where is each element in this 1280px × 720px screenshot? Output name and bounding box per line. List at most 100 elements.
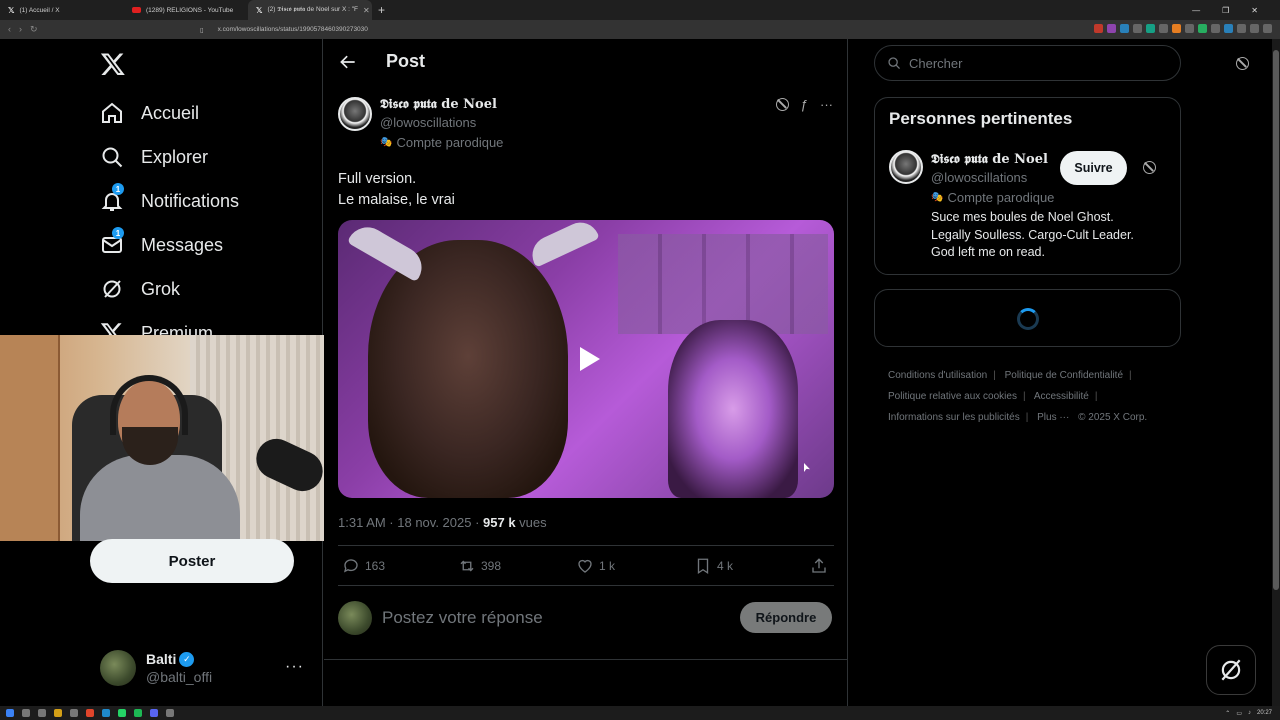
url-field[interactable]: x.com/lowoscillations/status/19905784603… — [204, 26, 368, 33]
extension-icon[interactable] — [1224, 24, 1233, 33]
back-arrow-icon[interactable] — [338, 52, 358, 72]
footer-link-privacy[interactable]: Politique de Confidentialité — [1005, 370, 1123, 381]
account-text: Balti ✓ @balti_offi — [146, 651, 212, 685]
author-name[interactable]: 𝕯𝖎𝖘𝖈𝖔 𝖕𝖚𝖙𝖆 de Noel — [380, 97, 503, 112]
more-icon[interactable]: ··· — [820, 97, 833, 112]
video-background-posters — [618, 234, 828, 334]
forward-icon[interactable]: › — [19, 24, 22, 35]
app-icon[interactable] — [102, 709, 110, 717]
new-tab-icon[interactable]: + — [372, 3, 391, 17]
block-icon[interactable] — [775, 98, 789, 111]
app-icon[interactable] — [70, 709, 78, 717]
post-video[interactable] — [338, 220, 834, 498]
reply-button[interactable]: 163 — [342, 557, 385, 575]
clock[interactable]: 20:27 — [1257, 710, 1272, 716]
block-icon[interactable] — [1236, 57, 1249, 70]
minimize-icon[interactable]: — — [1192, 6, 1200, 15]
browser-tab-post[interactable]: 𝕏 (2) 𝕯𝖎𝖘𝖈𝖔 𝖕𝖚𝖙𝖆 de Noel sur X : "F ✕ — [248, 0, 372, 20]
follow-button[interactable]: Suivre — [1060, 151, 1127, 185]
extension-icon[interactable] — [1159, 24, 1168, 33]
extension-icon[interactable] — [1211, 24, 1220, 33]
section-title: Personnes pertinentes — [889, 109, 1073, 128]
extension-icon[interactable] — [1198, 24, 1207, 33]
footer-link-terms[interactable]: Conditions d'utilisation — [888, 370, 987, 381]
nav-grok[interactable]: Grok — [100, 277, 180, 301]
extension-icon[interactable] — [1250, 24, 1259, 33]
extension-icon[interactable] — [1146, 24, 1155, 33]
bio-line: Suce mes boules de Noel Ghost. — [931, 210, 1114, 224]
like-button[interactable]: 1 k — [576, 557, 615, 575]
reload-icon[interactable]: ↻ — [30, 24, 38, 35]
volume-icon[interactable]: ♪ — [1248, 710, 1251, 716]
avatar[interactable] — [889, 150, 923, 184]
browser-tab-youtube[interactable]: (1289) RELIGIONS - YouTube — [124, 0, 248, 20]
repost-button[interactable]: 398 — [458, 557, 501, 575]
account-switcher[interactable]: Balti ✓ @balti_offi ··· — [100, 648, 310, 688]
window-controls: — ❐ ✕ — [1192, 6, 1280, 15]
page-title: Post — [386, 51, 426, 71]
bookmark-button[interactable]: 4 k — [694, 557, 733, 575]
brave-icon[interactable] — [86, 709, 94, 717]
tray-icon[interactable]: ⌃ — [1225, 710, 1230, 717]
search-input[interactable]: Chercher — [874, 45, 1181, 81]
extension-icon[interactable] — [1107, 24, 1116, 33]
nav-notifications[interactable]: 1 Notifications — [100, 183, 239, 213]
post-button[interactable]: Poster — [90, 539, 294, 583]
relevant-people-card: Personnes pertinentes 𝕯𝖎𝖘𝖈𝖔 𝖕𝖚𝖙𝖆 de Noel… — [874, 97, 1181, 275]
close-tab-icon[interactable]: ✕ — [363, 6, 370, 15]
reply-submit-button[interactable]: Répondre — [740, 602, 832, 633]
extension-icon[interactable] — [1185, 24, 1194, 33]
close-window-icon[interactable]: ✕ — [1251, 6, 1258, 15]
avatar — [338, 601, 372, 635]
block-icon[interactable] — [1143, 161, 1156, 174]
share-button[interactable] — [810, 557, 828, 575]
nav-explore[interactable]: Explorer — [100, 145, 208, 169]
file-explorer-icon[interactable] — [54, 709, 62, 717]
mail-icon-wrap: 1 — [100, 227, 124, 257]
menu-icon[interactable] — [1263, 24, 1272, 33]
windows-start-icon[interactable] — [6, 709, 14, 717]
bell-icon-wrap: 1 — [100, 183, 124, 213]
like-count: 1 k — [599, 558, 616, 573]
loading-spinner-icon — [1017, 308, 1039, 330]
footer-link-cookies[interactable]: Politique relative aux cookies — [888, 391, 1017, 402]
extension-icon[interactable] — [1172, 24, 1181, 33]
discord-icon[interactable] — [150, 709, 158, 717]
search-icon[interactable] — [22, 709, 30, 717]
network-icon[interactable]: ▭ — [1236, 710, 1242, 717]
post-author: 𝕯𝖎𝖘𝖈𝖔 𝖕𝖚𝖙𝖆 de Noel @lowoscillations 🎭 Co… — [338, 97, 503, 150]
scrollbar-thumb[interactable] — [1273, 50, 1279, 590]
video-bull-mask — [368, 240, 568, 498]
repost-count: 398 — [481, 558, 502, 573]
restore-icon[interactable]: ❐ — [1222, 6, 1229, 15]
grok-button[interactable] — [1206, 645, 1256, 695]
task-view-icon[interactable] — [38, 709, 46, 717]
more-icon[interactable]: ··· — [285, 658, 304, 676]
tab-label: (1) Accueil / X — [19, 6, 60, 14]
parody-text: Compte parodique — [947, 190, 1055, 205]
extension-icon[interactable] — [1094, 24, 1103, 33]
nav-home[interactable]: Accueil — [100, 101, 199, 125]
spotify-icon[interactable] — [134, 709, 142, 717]
whatsapp-icon[interactable] — [118, 709, 126, 717]
extension-icon[interactable] — [1120, 24, 1129, 33]
author-handle[interactable]: @lowoscillations — [380, 115, 503, 130]
footer-link-accessibility[interactable]: Accessibilité — [1034, 391, 1089, 402]
x-logo-icon[interactable] — [100, 51, 126, 77]
person-handle[interactable]: @lowoscillations — [931, 170, 1161, 185]
play-icon[interactable] — [567, 339, 607, 379]
reply-input[interactable]: Postez votre réponse — [382, 608, 543, 628]
extension-icon[interactable] — [1237, 24, 1246, 33]
browser-tab-home[interactable]: 𝕏 (1) Accueil / X — [0, 0, 124, 20]
back-icon[interactable]: ‹ — [8, 24, 11, 35]
author-avatar[interactable] — [338, 97, 372, 131]
reply-icon — [343, 558, 358, 573]
webcam-person-body — [80, 455, 240, 541]
pen-icon[interactable]: ƒ — [801, 97, 808, 112]
footer-link-more[interactable]: Plus ··· — [1037, 412, 1069, 423]
post-timestamp[interactable]: 1:31 AM · 18 nov. 2025 · — [338, 515, 483, 530]
footer-link-ads[interactable]: Informations sur les publicités — [888, 412, 1020, 423]
extension-icon[interactable] — [1133, 24, 1142, 33]
nav-messages[interactable]: 1 Messages — [100, 227, 223, 257]
obs-icon[interactable] — [166, 709, 174, 717]
